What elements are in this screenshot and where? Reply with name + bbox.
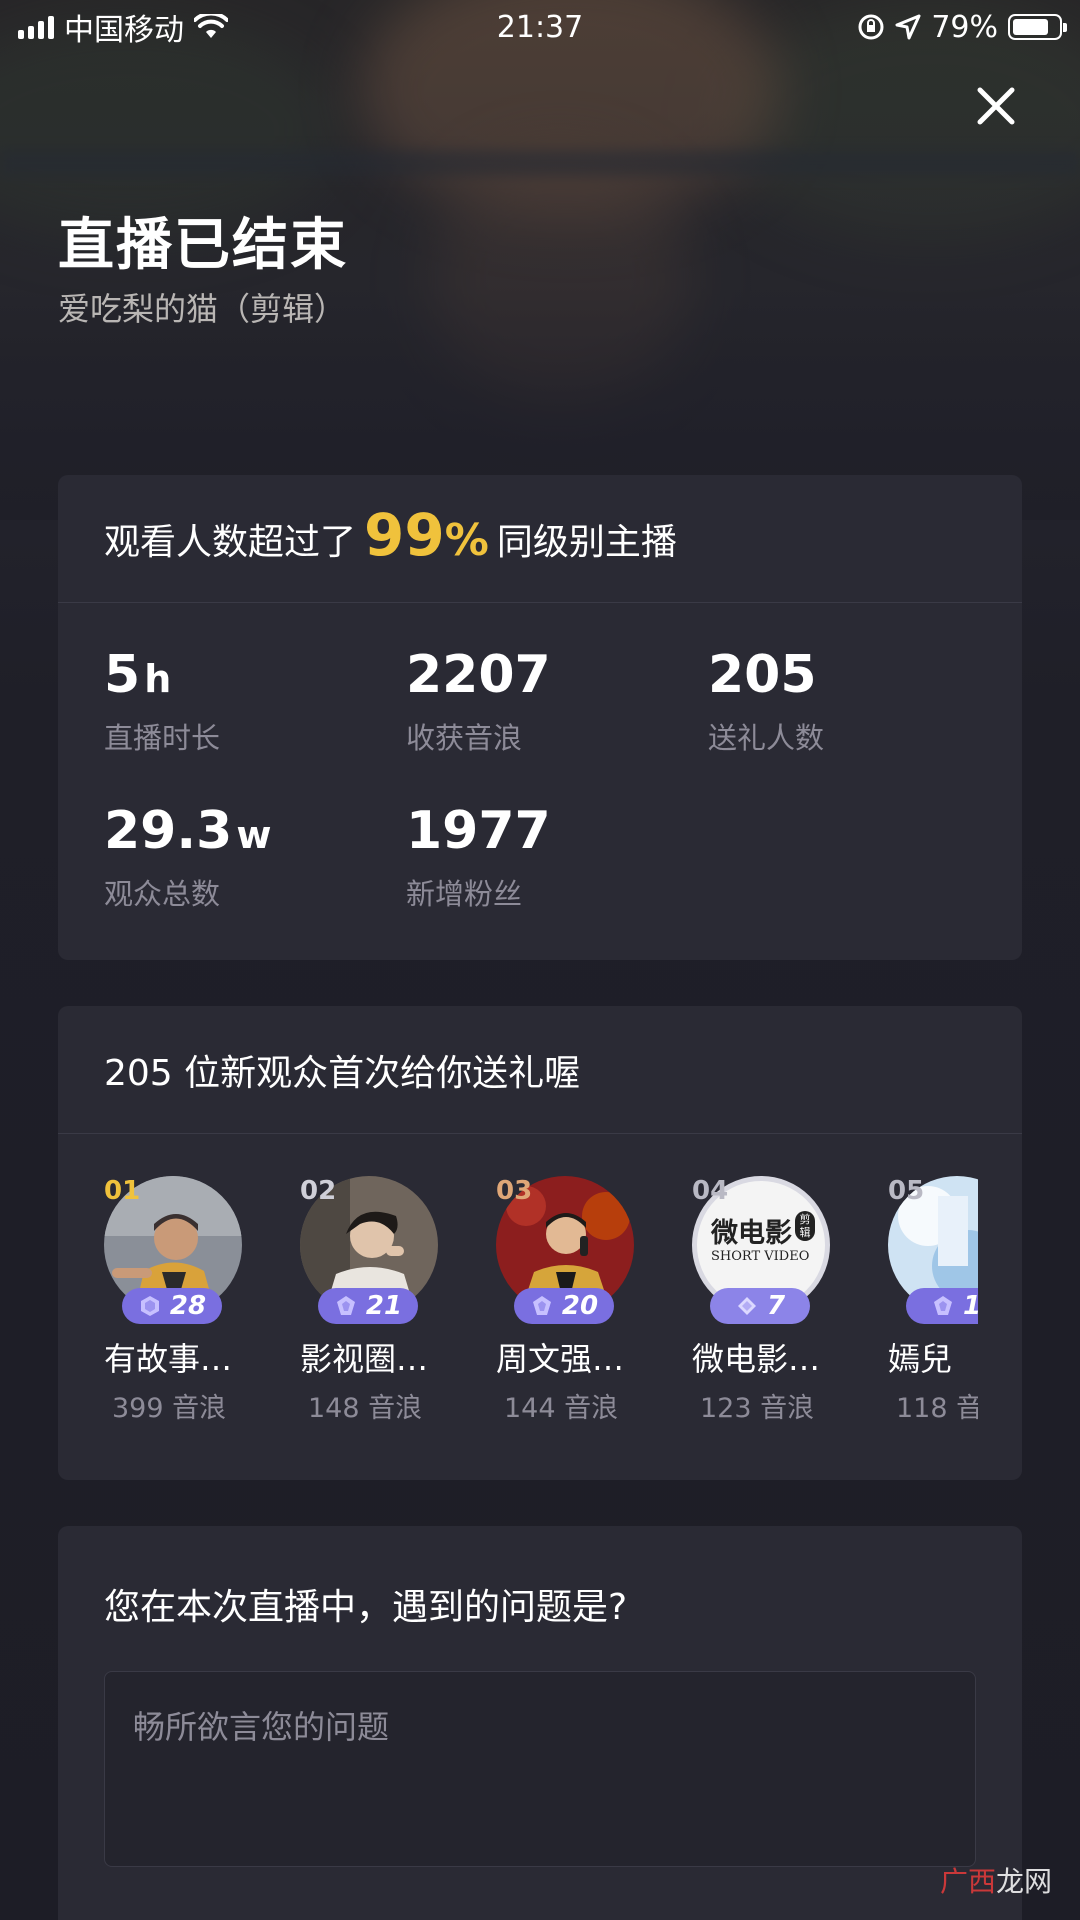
rank-number: 01	[104, 1176, 141, 1206]
diamond-icon	[532, 1296, 551, 1315]
stat-unit: w	[236, 813, 272, 857]
feedback-question: 您在本次直播中，遇到的问题是?	[104, 1587, 628, 1628]
diamond-icon	[336, 1296, 355, 1315]
list-clip-edge	[978, 1134, 1022, 1479]
stat-label: 新增粉丝	[406, 877, 523, 911]
rank-number: 05	[888, 1176, 925, 1206]
stat-total-viewers: 29.3 w 观众总数	[104, 801, 384, 913]
stat-label: 送礼人数	[708, 721, 825, 755]
level-badge: 21	[318, 1288, 418, 1324]
ranking-prefix: 观看人数超过了	[104, 521, 357, 563]
site-watermark: 广西龙网	[940, 1860, 1052, 1900]
diamond-icon	[933, 1296, 952, 1315]
level-value: 20	[561, 1291, 599, 1321]
stat-value: 2207	[406, 645, 551, 705]
feedback-input[interactable]: 畅所欲言您的问题	[104, 1671, 976, 1867]
level-value: 7	[766, 1291, 786, 1321]
wifi-icon	[194, 14, 228, 38]
rank-number: 03	[496, 1176, 533, 1206]
stat-value: 5	[104, 645, 141, 705]
level-value: 21	[365, 1291, 403, 1321]
ranking-suffix: 同级别主播	[496, 521, 677, 563]
rank-number: 02	[300, 1176, 337, 1206]
close-button[interactable]	[966, 76, 1026, 136]
gifter-score: 118 音	[896, 1393, 984, 1424]
diamond-icon	[140, 1296, 159, 1316]
gifter-name: 有故事…	[104, 1340, 233, 1378]
stat-sound-waves: 2207 收获音浪	[406, 645, 686, 757]
ranking-percent-sign: %	[444, 514, 489, 566]
watermark-part-a: 广西	[940, 1865, 997, 1898]
gifter-name: 影视圈…	[300, 1340, 429, 1378]
stat-duration: 5h 直播时长	[104, 645, 384, 757]
stat-gifters: 205 送礼人数	[708, 645, 988, 757]
stat-label: 收获音浪	[406, 721, 523, 755]
gifter-score: 148 音浪	[308, 1393, 423, 1424]
avatar-logo-sub: SHORT VIDEO	[711, 1249, 810, 1264]
gifter-score: 123 音浪	[700, 1393, 815, 1424]
page-title: 直播已结束	[58, 213, 348, 278]
level-badge: 7	[710, 1288, 810, 1324]
level-value: 28	[169, 1291, 207, 1321]
stats-card: 观看人数超过了 99% 同级别主播 5h 直播时长 2207 收获音浪 205 …	[58, 475, 1022, 960]
gifter-score: 144 音浪	[504, 1393, 619, 1424]
gifter-name: 微电影…	[692, 1340, 821, 1378]
gifters-card: 205 位新观众首次给你送礼喔 01 28 有故事… 399 音浪 02 21 …	[58, 1006, 1022, 1480]
stat-value: 29.3	[104, 801, 233, 861]
stat-value: 1977	[406, 801, 551, 861]
cellular-signal-icon	[18, 15, 54, 39]
stat-value: 205	[708, 645, 817, 705]
close-icon	[977, 87, 1015, 125]
ranking-summary: 观看人数超过了 99% 同级别主播	[58, 475, 1022, 603]
gifter-name: 周文强…	[496, 1340, 625, 1378]
gifter-score: 399 音浪	[112, 1393, 227, 1424]
stat-new-followers: 1977 新增粉丝	[406, 801, 686, 913]
rotation-lock-icon	[858, 14, 884, 40]
feedback-card: 您在本次直播中，遇到的问题是? 畅所欲言您的问题	[58, 1526, 1022, 1920]
stats-grid: 5h 直播时长 2207 收获音浪 205 送礼人数 29.3 w 观众总数 19…	[58, 603, 1022, 959]
ranking-percent-value: 99	[364, 500, 445, 569]
level-badge: 20	[514, 1288, 614, 1324]
battery-icon	[1008, 14, 1067, 40]
location-icon	[895, 14, 921, 40]
battery-percent: 79%	[931, 9, 998, 45]
carrier-name: 中国移动	[64, 13, 184, 48]
avatar-logo-text: 微电影	[711, 1218, 792, 1249]
rank-number: 04	[692, 1176, 729, 1206]
streamer-name: 爱吃梨的猫（剪辑）	[58, 290, 347, 328]
level-badge: 28	[122, 1288, 222, 1324]
ranking-percent: 99%	[364, 501, 489, 569]
avatar-logo-tag: 剪辑	[795, 1211, 815, 1241]
live-ended-screen: 中国移动 21:37 79% 直播已结束 爱吃梨的猫（剪辑） 观看人数超过了 9…	[0, 0, 1080, 1920]
watermark-part-b: 龙网	[996, 1865, 1053, 1898]
stat-label: 直播时长	[104, 721, 221, 755]
stat-unit: h	[144, 657, 172, 701]
status-bar: 中国移动 21:37 79%	[0, 0, 1080, 54]
gifters-heading: 205 位新观众首次给你送礼喔	[58, 1006, 1022, 1134]
stat-label: 观众总数	[104, 877, 221, 911]
gifters-list[interactable]: 01 28 有故事… 399 音浪 02 21 影视圈… 148 音浪 03 2…	[58, 1134, 1022, 1479]
diamond-icon	[737, 1297, 756, 1315]
